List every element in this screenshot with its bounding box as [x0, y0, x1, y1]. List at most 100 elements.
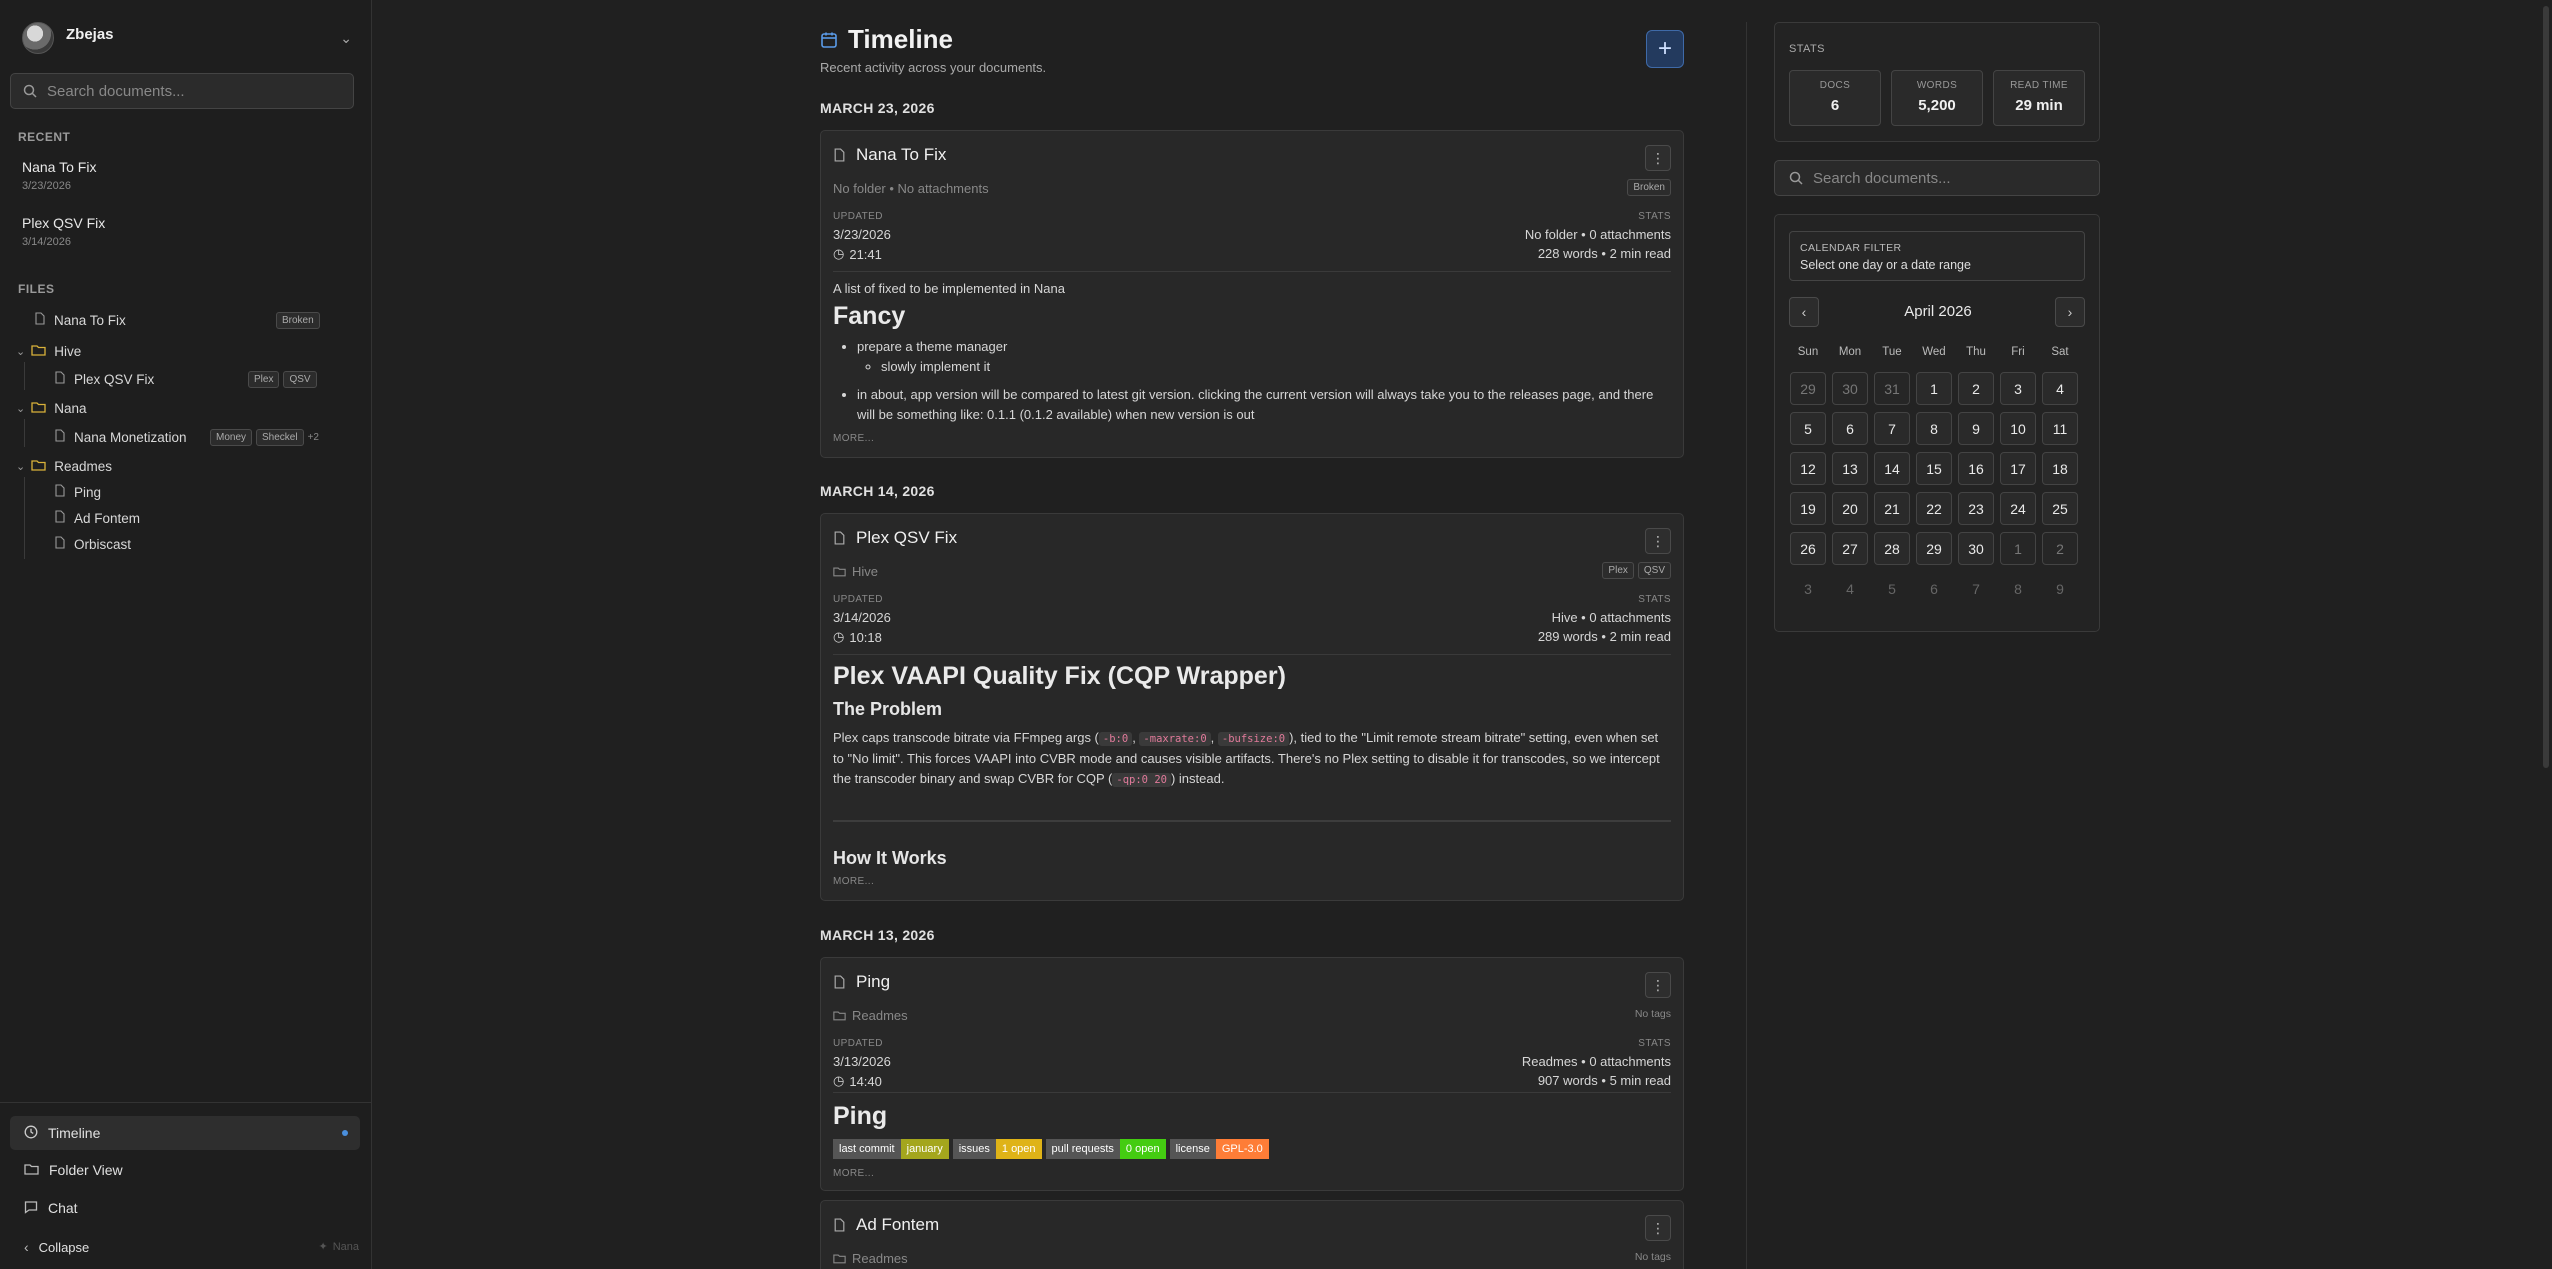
calendar-day[interactable]: 7	[1958, 572, 1994, 605]
files-label: FILES	[18, 282, 55, 296]
calendar-filter-label: CALENDAR FILTER	[1800, 242, 1902, 254]
card-title: Ad Fontem	[856, 1215, 940, 1234]
calendar-day[interactable]: 1	[2000, 532, 2036, 565]
user-menu[interactable]: Zbejas ⌄	[22, 20, 352, 56]
calendar-day[interactable]: 29	[1916, 532, 1952, 565]
calendar-day[interactable]: 14	[1874, 452, 1910, 485]
tree-file-orbiscast[interactable]: Orbiscast	[54, 533, 131, 555]
tree-folder-readmes[interactable]: ⌄ Readmes	[16, 455, 112, 477]
nav-chat[interactable]: Chat	[10, 1191, 360, 1225]
calendar-day[interactable]: 7	[1874, 412, 1910, 445]
tag-plex: Plex	[248, 370, 280, 388]
calendar-day[interactable]: 2	[2042, 532, 2078, 565]
stats-label: STATS	[1789, 43, 1825, 55]
calendar-day[interactable]: 22	[1916, 492, 1952, 525]
calendar-day[interactable]: 20	[1832, 492, 1868, 525]
tree-file-nana-monetization[interactable]: Nana Monetization Money Sheckel +2	[54, 426, 319, 448]
calendar-day[interactable]: 16	[1958, 452, 1994, 485]
document-icon	[834, 1218, 845, 1232]
tree-file-ad-fontem[interactable]: Ad Fontem	[54, 507, 140, 529]
calendar-next-button[interactable]: ›	[2055, 297, 2085, 327]
calendar-day[interactable]: 29	[1790, 372, 1826, 405]
tree-folder-hive[interactable]: ⌄ Hive	[16, 340, 81, 362]
calendar-day[interactable]: 1	[1916, 372, 1952, 405]
card-menu-button[interactable]: ⋮	[1645, 1215, 1671, 1241]
nav-timeline[interactable]: Timeline	[10, 1116, 360, 1150]
badge-issues[interactable]: issues 1 open	[952, 1139, 1042, 1159]
document-card-ping[interactable]: Ping ⋮ Readmes No tags UPDATED 3/13/2026…	[820, 957, 1684, 1191]
badge-last-commit[interactable]: last commit january	[833, 1139, 949, 1159]
more-link[interactable]: MORE...	[833, 876, 874, 887]
calendar-day[interactable]: 9	[1958, 412, 1994, 445]
calendar-day[interactable]: 11	[2042, 412, 2078, 445]
calendar-day[interactable]: 24	[2000, 492, 2036, 525]
add-document-button[interactable]: +	[1646, 30, 1684, 68]
more-link[interactable]: MORE...	[833, 433, 874, 444]
calendar-day[interactable]: 3	[2000, 372, 2036, 405]
badge-license[interactable]: license GPL-3.0	[1169, 1139, 1269, 1159]
right-search[interactable]	[1774, 160, 2100, 196]
calendar-day[interactable]: 17	[2000, 452, 2036, 485]
document-card-ad-fontem[interactable]: Ad Fontem ⋮ Readmes No tags	[820, 1200, 1684, 1269]
calendar-day[interactable]: 8	[2000, 572, 2036, 605]
tree-file-nana-to-fix[interactable]: Nana To Fix Broken	[34, 309, 320, 331]
calendar-day[interactable]: 4	[2042, 372, 2078, 405]
card-menu-button[interactable]: ⋮	[1645, 972, 1671, 998]
brand-icon: ✦	[318, 1241, 328, 1253]
calendar-day[interactable]: 15	[1916, 452, 1952, 485]
calendar-day[interactable]: 3	[1790, 572, 1826, 605]
tree-folder-nana[interactable]: ⌄ Nana	[16, 397, 87, 419]
card-menu-button[interactable]: ⋮	[1645, 528, 1671, 554]
horizontal-rule	[833, 820, 1671, 822]
calendar-day[interactable]: 8	[1916, 412, 1952, 445]
tree-file-plex-qsv-fix[interactable]: Plex QSV Fix Plex QSV	[54, 368, 317, 390]
clock-icon: ◷	[833, 1073, 845, 1088]
sidebar-search-input[interactable]	[47, 82, 337, 100]
calendar-day[interactable]: 10	[2000, 412, 2036, 445]
calendar-day[interactable]: 28	[1874, 532, 1910, 565]
recent-item[interactable]: Plex QSV Fix 3/14/2026	[22, 215, 105, 248]
calendar-day[interactable]: 23	[1958, 492, 1994, 525]
nav-folder-view[interactable]: Folder View	[10, 1153, 360, 1187]
calendar-day[interactable]: 6	[1916, 572, 1952, 605]
folder-icon	[833, 1011, 846, 1021]
chat-icon	[24, 1200, 38, 1217]
card-menu-button[interactable]: ⋮	[1645, 145, 1671, 171]
tree-file-ping[interactable]: Ping	[54, 481, 101, 503]
updated-time: 10:18	[849, 629, 882, 645]
calendar-day[interactable]: 31	[1874, 372, 1910, 405]
calendar-day[interactable]: 2	[1958, 372, 1994, 405]
card-folder: Readmes	[833, 1251, 908, 1266]
calendar-day[interactable]: 6	[1832, 412, 1868, 445]
calendar-day[interactable]: 5	[1874, 572, 1910, 605]
calendar-day[interactable]: 13	[1832, 452, 1868, 485]
calendar-day[interactable]: 9	[2042, 572, 2078, 605]
calendar-weekday: Sun	[1797, 346, 1819, 358]
calendar-day[interactable]: 21	[1874, 492, 1910, 525]
calendar-day[interactable]: 25	[2042, 492, 2078, 525]
calendar-day[interactable]: 30	[1958, 532, 1994, 565]
calendar-day[interactable]: 5	[1790, 412, 1826, 445]
list-item: prepare a theme manager slowly implement…	[857, 337, 1671, 377]
collapse-button[interactable]: ‹ Collapse	[10, 1230, 360, 1264]
active-indicator	[342, 1130, 348, 1136]
card-preview: Ping last commit january issues 1 open pul…	[833, 1102, 1671, 1159]
badge-pull-requests[interactable]: pull requests 0 open	[1045, 1139, 1166, 1159]
tag-broken: Broken	[276, 311, 320, 329]
recent-item[interactable]: Nana To Fix 3/23/2026	[22, 159, 96, 192]
page-scrollbar[interactable]	[2543, 6, 2549, 768]
sidebar-search[interactable]	[10, 73, 354, 109]
calendar-day[interactable]: 30	[1832, 372, 1868, 405]
updated-label: UPDATED	[833, 211, 883, 222]
right-search-input[interactable]	[1813, 169, 2083, 187]
calendar-day[interactable]: 18	[2042, 452, 2078, 485]
calendar-day[interactable]: 19	[1790, 492, 1826, 525]
calendar-day[interactable]: 26	[1790, 532, 1826, 565]
calendar-day[interactable]: 27	[1832, 532, 1868, 565]
document-card-plex-qsv-fix[interactable]: Plex QSV Fix ⋮ Hive Plex QSV UPDATED 3/1…	[820, 513, 1684, 901]
calendar-day[interactable]: 12	[1790, 452, 1826, 485]
document-card-nana-to-fix[interactable]: Nana To Fix ⋮ No folder • No attachments…	[820, 130, 1684, 458]
more-link[interactable]: MORE...	[833, 1168, 874, 1179]
calendar-day[interactable]: 4	[1832, 572, 1868, 605]
card-divider	[833, 1092, 1671, 1093]
